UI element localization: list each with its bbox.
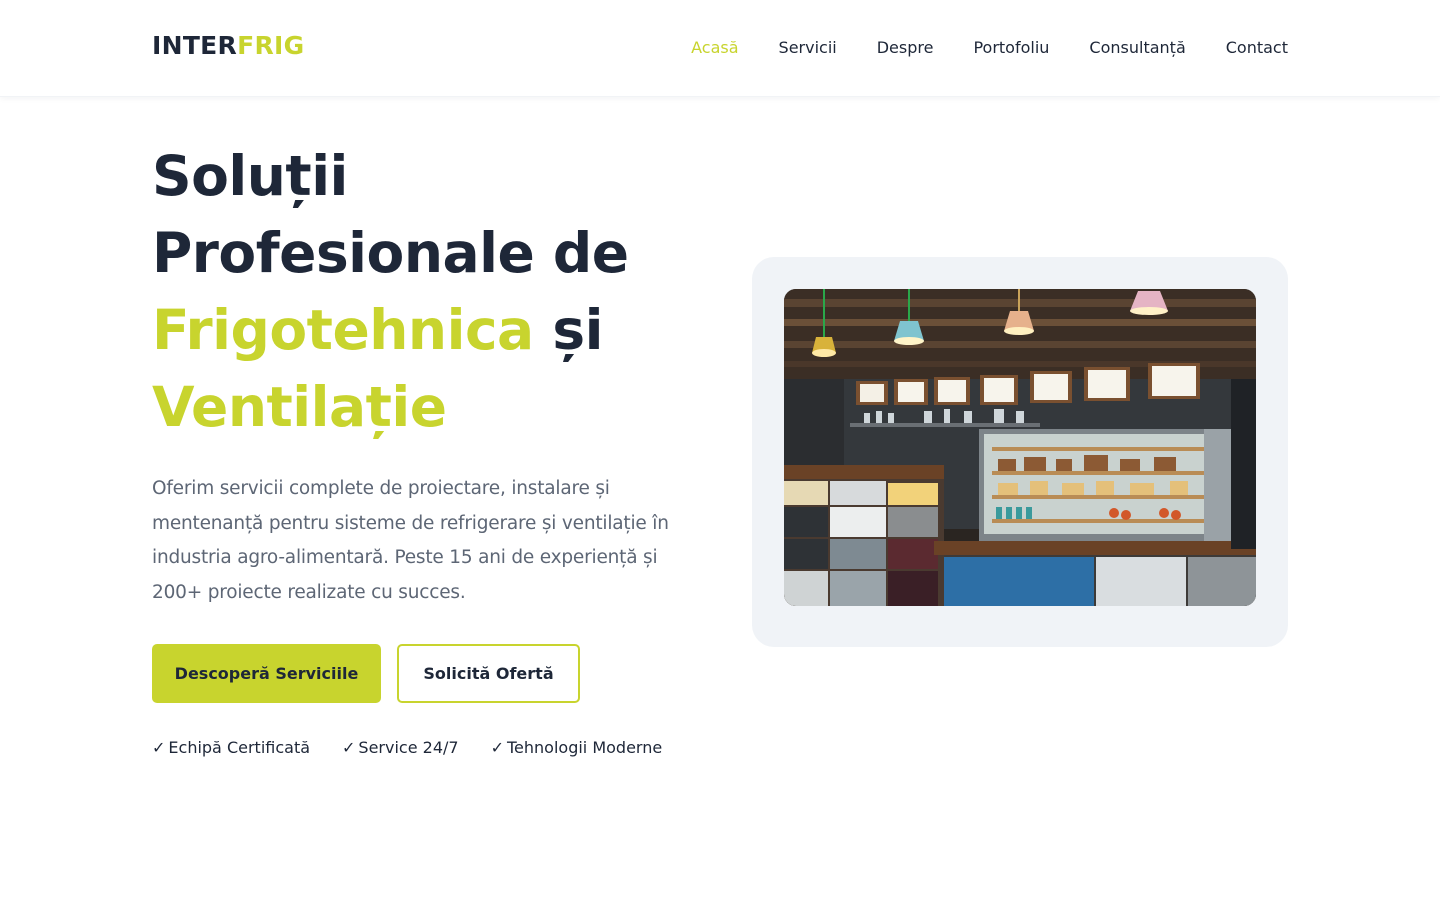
hero-title: Soluții Profesionale de Frigotehnica și … xyxy=(152,138,712,446)
hero-description: Oferim servicii complete de proiectare, … xyxy=(152,478,669,603)
site-header: INTERFRIG Acasă Servicii Despre Portofol… xyxy=(0,0,1440,97)
nav-item-contact[interactable]: Contact xyxy=(1226,36,1288,60)
feature-item: ✓ Tehnologii Moderne xyxy=(491,736,663,760)
hero-title-line1: Soluții xyxy=(152,144,348,208)
discover-services-button[interactable]: Descoperă Serviciile xyxy=(152,644,381,703)
hero-title-accent1: Frigotehnica xyxy=(152,298,534,362)
hero-image-card xyxy=(752,257,1288,647)
nav-item-acasa[interactable]: Acasă xyxy=(691,36,738,60)
nav-item-despre[interactable]: Despre xyxy=(877,36,934,60)
check-icon: ✓ xyxy=(342,738,356,757)
nav-item-portofoliu[interactable]: Portofoliu xyxy=(973,36,1049,60)
logo[interactable]: INTERFRIG xyxy=(152,31,304,61)
logo-text-inter: INTER xyxy=(152,31,238,60)
logo-text-frig: FRIG xyxy=(237,31,305,60)
hero-title-line2: Profesionale de xyxy=(152,221,629,285)
feature-label: Tehnologii Moderne xyxy=(506,738,663,757)
nav-item-servicii[interactable]: Servicii xyxy=(779,36,837,60)
hero-title-accent2: Ventilație xyxy=(152,375,447,439)
hero-title-conjunction: și xyxy=(552,298,603,362)
hero-photo-bakery-display xyxy=(784,289,1256,606)
feature-label: Service 24/7 xyxy=(358,738,459,757)
bakery-display-illustration xyxy=(784,289,1256,606)
nav-item-consultanta[interactable]: Consultanță xyxy=(1089,36,1185,60)
request-offer-button[interactable]: Solicită Ofertă xyxy=(397,644,580,703)
feature-list: ✓ Echipă Certificată ✓ Service 24/7 ✓ Tehno… xyxy=(152,736,662,760)
feature-label: Echipă Certificată xyxy=(168,738,311,757)
feature-item: ✓ Service 24/7 xyxy=(342,736,459,760)
check-icon: ✓ xyxy=(152,738,166,757)
feature-item: ✓ Echipă Certificată xyxy=(152,736,310,760)
check-icon: ✓ xyxy=(490,738,504,757)
main-nav: Acasă Servicii Despre Portofoliu Consult… xyxy=(691,36,1288,60)
